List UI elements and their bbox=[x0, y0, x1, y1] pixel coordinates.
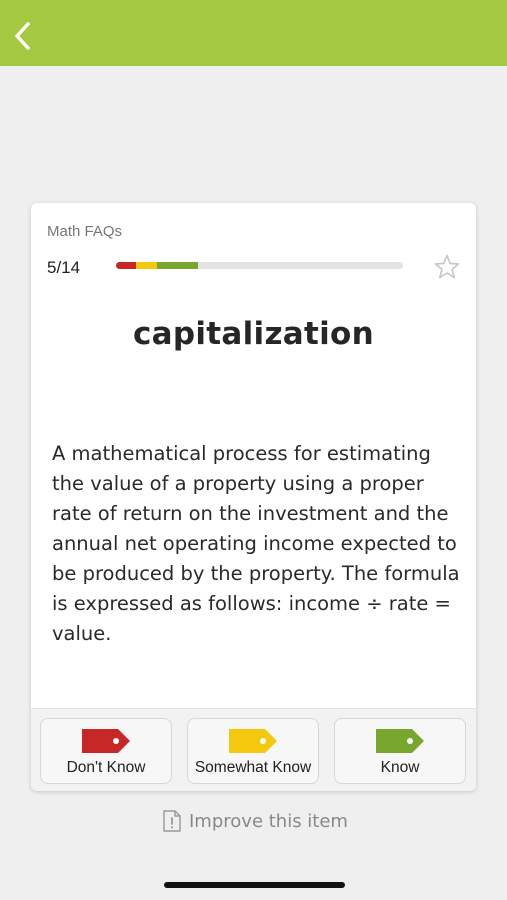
improve-item-label: Improve this item bbox=[189, 810, 348, 832]
improve-item-link[interactable]: Improve this item bbox=[163, 808, 348, 834]
progress-segment-know bbox=[156, 262, 198, 269]
dont-know-label: Don't Know bbox=[66, 759, 146, 776]
somewhat-know-label: Somewhat Know bbox=[194, 759, 312, 776]
dont-know-button[interactable]: Don't Know bbox=[40, 718, 172, 784]
chevron-left-icon bbox=[15, 22, 30, 50]
document-exclamation-icon bbox=[163, 810, 181, 832]
star-outline-icon bbox=[434, 254, 460, 279]
favorite-button[interactable] bbox=[433, 253, 461, 281]
card-counter: 5/14 bbox=[47, 258, 81, 277]
card-term: capitalization bbox=[132, 316, 375, 352]
progress-bar bbox=[116, 262, 403, 269]
back-button[interactable] bbox=[6, 16, 38, 56]
progress-segment-somewhat-know bbox=[136, 262, 157, 269]
top-bar bbox=[0, 0, 507, 66]
progress-segment-dont-know bbox=[116, 262, 137, 269]
flashcard: Math FAQs 5/14 capitalization A mathemat… bbox=[31, 203, 476, 791]
deck-name: Math FAQs bbox=[47, 223, 123, 240]
answer-bar: Don't Know Somewhat Know Know bbox=[31, 708, 476, 791]
know-label: Know bbox=[380, 759, 420, 776]
tag-icon bbox=[229, 729, 277, 753]
home-indicator bbox=[164, 882, 345, 888]
tag-icon bbox=[376, 729, 424, 753]
tag-icon bbox=[82, 729, 130, 753]
know-button[interactable]: Know bbox=[334, 718, 466, 784]
somewhat-know-button[interactable]: Somewhat Know bbox=[187, 718, 319, 784]
card-definition: A mathematical process for estimating th… bbox=[52, 442, 460, 645]
